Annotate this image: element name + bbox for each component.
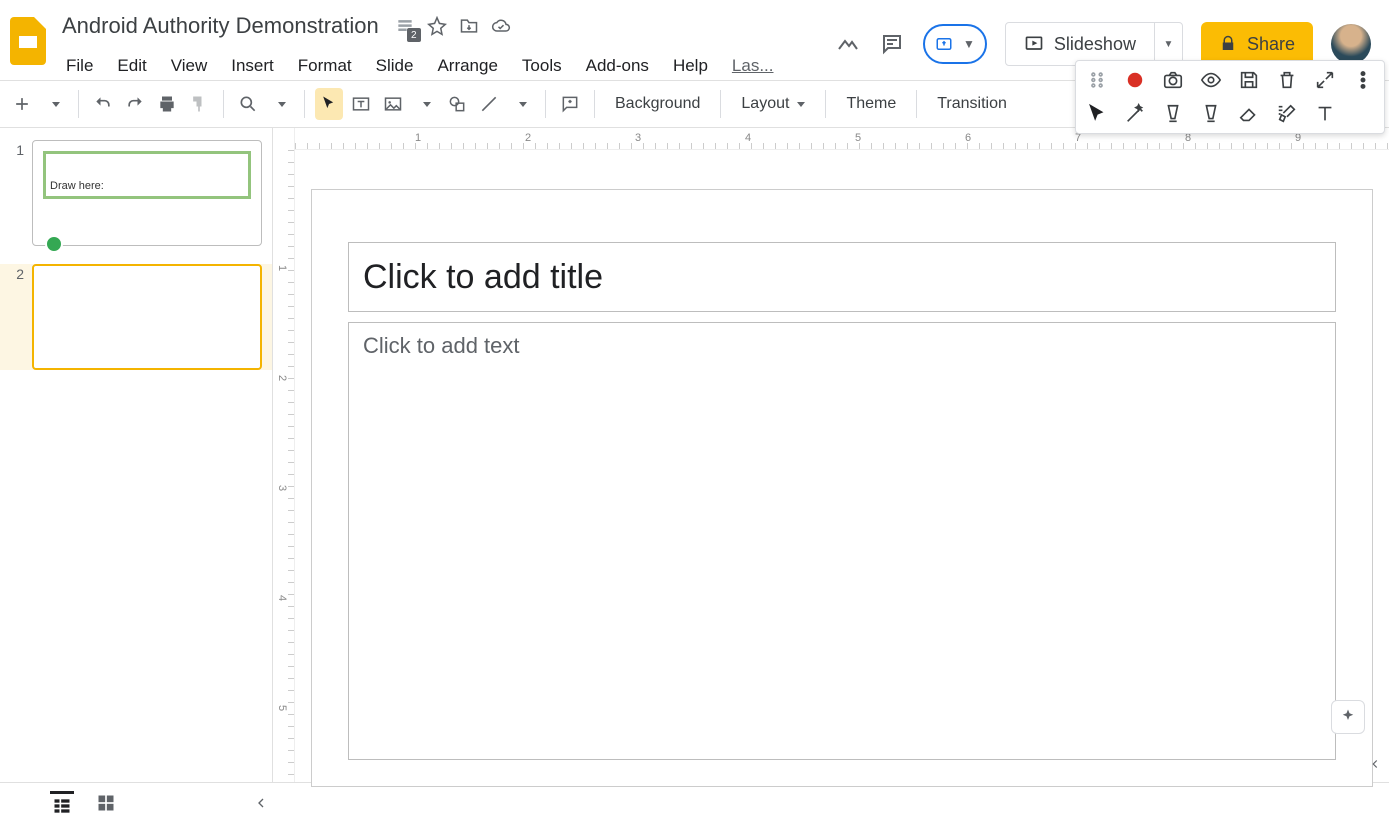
camera-icon[interactable] [1160,67,1186,93]
chevron-down-icon: ▼ [1164,39,1174,50]
slides-logo[interactable] [8,14,48,68]
comment-button[interactable] [556,88,584,120]
star-icon[interactable] [425,14,449,38]
activity-badge: 2 [407,28,421,42]
background-button[interactable]: Background [605,88,710,120]
save-icon[interactable] [1236,67,1262,93]
zoom-button[interactable] [234,88,262,120]
more-icon[interactable] [1350,67,1376,93]
redo-button[interactable] [121,88,149,120]
collaborator-avatar [45,235,63,253]
text-tool-icon[interactable] [1312,101,1338,127]
grid-view-button[interactable] [94,791,118,815]
slide-thumbnail-2[interactable] [32,264,262,370]
share-label: Share [1247,34,1295,55]
paint-format-button[interactable] [185,88,213,120]
filmstrip: 1 Draw here: 2 [0,128,273,782]
filmstrip-view-button[interactable] [50,791,74,815]
slide-thumbnail-1[interactable]: Draw here: [32,140,262,246]
thumb1-text: Draw here: [50,180,104,192]
collapse-icon[interactable] [1312,67,1338,93]
layout-button[interactable]: Layout [731,88,815,120]
extension-panel [1075,60,1385,134]
transition-button[interactable]: Transition [927,88,1017,120]
slideshow-button[interactable]: Slideshow [1006,34,1154,55]
menu-help[interactable]: Help [663,52,718,80]
title-placeholder[interactable]: Click to add title [348,242,1336,312]
move-icon[interactable] [457,14,481,38]
shape-tool[interactable] [443,88,471,120]
menu-view[interactable]: View [161,52,218,80]
side-panel-toggle[interactable] [1365,754,1385,774]
menu-tools[interactable]: Tools [512,52,572,80]
menu-file[interactable]: File [56,52,103,80]
menu-last-edit[interactable]: Las... [722,52,784,80]
slide-number: 2 [10,264,24,370]
cloud-status-icon[interactable] [489,14,513,38]
print-button[interactable] [153,88,181,120]
menu-addons[interactable]: Add-ons [576,52,659,80]
eye-icon[interactable] [1198,67,1224,93]
record-icon[interactable] [1122,67,1148,93]
slide-number: 1 [10,140,24,246]
menu-format[interactable]: Format [288,52,362,80]
new-slide-button[interactable] [8,88,36,120]
highlighter1-icon[interactable] [1160,101,1186,127]
activity-dashboard-icon[interactable] [835,31,861,57]
trash-icon[interactable] [1274,67,1300,93]
line-dropdown[interactable] [507,88,535,120]
menu-edit[interactable]: Edit [107,52,156,80]
undo-button[interactable] [89,88,117,120]
menu-arrange[interactable]: Arrange [427,52,507,80]
cursor-tool-icon[interactable] [1084,101,1110,127]
menu-slide[interactable]: Slide [366,52,424,80]
account-avatar[interactable] [1331,24,1371,64]
explore-button[interactable] [1331,700,1365,734]
footer [0,782,1389,822]
body-placeholder[interactable]: Click to add text [348,322,1336,760]
theme-button[interactable]: Theme [836,88,906,120]
line-tool[interactable] [475,88,503,120]
slide-canvas[interactable]: Click to add title Click to add text [312,190,1372,786]
vertical-ruler: 1 2 3 4 5 [273,128,295,782]
filmstrip-collapse-button[interactable] [248,790,274,816]
image-dropdown[interactable] [411,88,439,120]
eraser-icon[interactable] [1236,101,1262,127]
slideshow-label: Slideshow [1054,34,1136,55]
menu-insert[interactable]: Insert [221,52,284,80]
new-slide-dropdown[interactable] [40,88,68,120]
present-to-meeting-button[interactable]: ▼ [923,24,987,64]
title-placeholder-text: Click to add title [363,258,603,297]
activity-icon[interactable]: 2 [393,14,417,38]
highlighter2-icon[interactable] [1198,101,1224,127]
wand-icon[interactable] [1122,101,1148,127]
comments-icon[interactable] [879,31,905,57]
canvas-area: 1 2 3 4 5 1 2 3 4 5 6 7 8 9 Click to add… [273,128,1389,782]
menu-bar: File Edit View Insert Format Slide Arran… [56,44,784,80]
zoom-dropdown[interactable] [266,88,294,120]
chevron-down-icon: ▼ [963,37,975,51]
slideshow-dropdown[interactable]: ▼ [1154,23,1182,65]
text-annotate-icon[interactable] [1274,101,1300,127]
body-placeholder-text: Click to add text [363,333,520,358]
textbox-tool[interactable] [347,88,375,120]
select-tool[interactable] [315,88,343,120]
drag-handle-icon[interactable] [1084,67,1110,93]
image-tool[interactable] [379,88,407,120]
doc-title[interactable]: Android Authority Demonstration [56,11,385,41]
